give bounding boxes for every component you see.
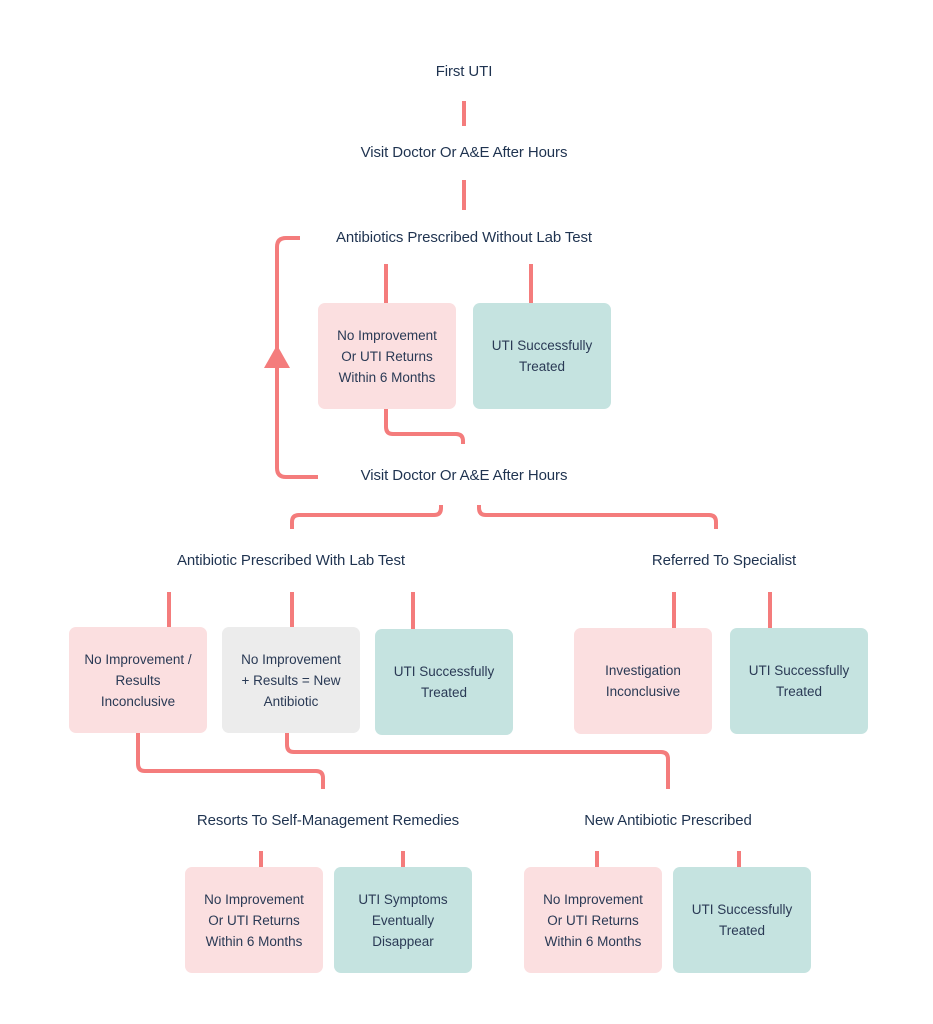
step-visit-doctor-1: Visit Doctor Or A&E After Hours [360, 144, 568, 161]
connector-inconclusive-to-self-management [136, 733, 325, 789]
arrow-up-icon [264, 345, 290, 368]
step-first-uti: First UTI [435, 63, 493, 80]
outcome-self-management-success: UTI Symptoms Eventually Disappear [334, 867, 472, 973]
outcome-self-management-fail: No Improvement Or UTI Returns Within 6 M… [185, 867, 323, 973]
step-antibiotic-with-lab: Antibiotic Prescribed With Lab Test [177, 552, 405, 569]
outcome-without-lab-fail: No Improvement Or UTI Returns Within 6 M… [318, 303, 456, 409]
outcome-new-antibiotic-success: UTI Successfully Treated [673, 867, 811, 973]
outcome-specialist-inconclusive: Investigation Inconclusive [574, 628, 712, 734]
connector-fail-to-visit-2 [384, 409, 465, 444]
step-antibiotics-without-lab: Antibiotics Prescribed Without Lab Test [336, 229, 592, 246]
outcome-new-antibiotic-fail: No Improvement Or UTI Returns Within 6 M… [524, 867, 662, 973]
step-referred-specialist: Referred To Specialist [651, 552, 797, 569]
outcome-with-lab-new-antibiotic: No Improvement + Results = New Antibioti… [222, 627, 360, 733]
step-visit-doctor-2: Visit Doctor Or A&E After Hours [360, 467, 568, 484]
step-self-management: Resorts To Self-Management Remedies [196, 812, 460, 829]
outcome-without-lab-success: UTI Successfully Treated [473, 303, 611, 409]
outcome-with-lab-success: UTI Successfully Treated [375, 629, 513, 735]
connector-visit2-to-with-lab [290, 505, 443, 529]
outcome-specialist-success: UTI Successfully Treated [730, 628, 868, 734]
connector-visit2-to-specialist [477, 505, 718, 529]
step-new-antibiotic: New Antibiotic Prescribed [584, 812, 752, 829]
outcome-with-lab-inconclusive: No Improvement / Results Inconclusive [69, 627, 207, 733]
connector-results-to-new-antibiotic [285, 732, 670, 789]
